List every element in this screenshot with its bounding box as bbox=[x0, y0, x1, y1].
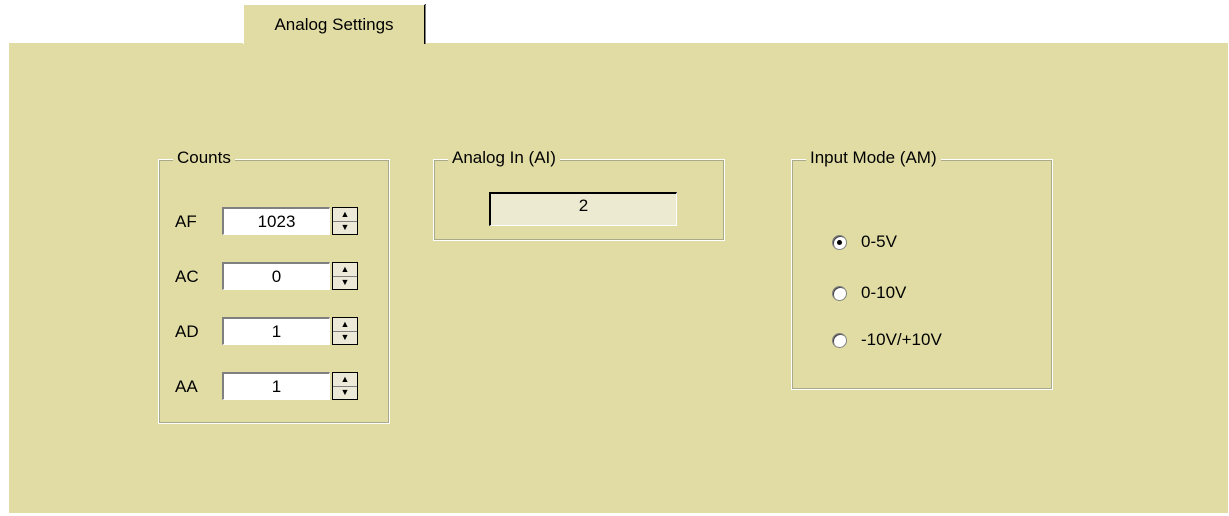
ad-spinner: 1 ▲ ▼ bbox=[222, 317, 358, 345]
aa-label: AA bbox=[175, 377, 198, 396]
radio-neg10-pos10v-label[interactable]: -10V/+10V bbox=[861, 330, 942, 350]
analog-in-readout: 2 bbox=[489, 192, 677, 226]
aa-spin-up-icon[interactable]: ▲ bbox=[333, 373, 357, 387]
aa-spin-down-icon[interactable]: ▼ bbox=[333, 386, 357, 399]
radio-neg10-pos10v-icon[interactable] bbox=[832, 332, 847, 348]
aa-input[interactable]: 1 bbox=[222, 372, 330, 400]
analog-in-group-title: Analog In (AI) bbox=[448, 148, 560, 168]
input-mode-group: Input Mode (AM) 0-5V 0-10V -10V/+10V bbox=[791, 148, 1053, 390]
counts-group: Counts AF 1023 ▲ ▼ AC 0 ▲ ▼ AD 1 ▲ ▼ AA bbox=[158, 148, 390, 424]
radio-0-10v[interactable]: 0-10V bbox=[832, 283, 906, 303]
tab-analog-settings[interactable]: Analog Settings bbox=[243, 4, 426, 44]
radio-0-5v-label[interactable]: 0-5V bbox=[861, 232, 897, 252]
ac-input[interactable]: 0 bbox=[222, 262, 330, 290]
af-spin-down-icon[interactable]: ▼ bbox=[333, 221, 357, 234]
aa-spinner: 1 ▲ ▼ bbox=[222, 372, 358, 400]
radio-0-5v[interactable]: 0-5V bbox=[832, 232, 897, 252]
ac-spinner: 0 ▲ ▼ bbox=[222, 262, 358, 290]
af-spinner: 1023 ▲ ▼ bbox=[222, 207, 358, 235]
radio-0-10v-label[interactable]: 0-10V bbox=[861, 283, 906, 303]
radio-0-10v-icon[interactable] bbox=[832, 285, 847, 301]
ad-label: AD bbox=[175, 322, 199, 341]
af-input[interactable]: 1023 bbox=[222, 207, 330, 235]
af-spin-up-icon[interactable]: ▲ bbox=[333, 208, 357, 222]
tab-label: Analog Settings bbox=[274, 14, 394, 34]
input-mode-group-title: Input Mode (AM) bbox=[806, 148, 941, 168]
ac-spin-buttons: ▲ ▼ bbox=[332, 262, 358, 290]
ad-spin-down-icon[interactable]: ▼ bbox=[333, 331, 357, 344]
radio-0-5v-icon[interactable] bbox=[832, 234, 847, 250]
analog-settings-panel: Counts AF 1023 ▲ ▼ AC 0 ▲ ▼ AD 1 ▲ ▼ AA bbox=[8, 42, 1228, 513]
ad-input[interactable]: 1 bbox=[222, 317, 330, 345]
analog-in-group: Analog In (AI) 2 bbox=[433, 148, 725, 241]
ac-spin-up-icon[interactable]: ▲ bbox=[333, 263, 357, 277]
radio-neg10-pos10v[interactable]: -10V/+10V bbox=[832, 330, 942, 350]
af-spin-buttons: ▲ ▼ bbox=[332, 207, 358, 235]
ac-spin-down-icon[interactable]: ▼ bbox=[333, 276, 357, 289]
aa-spin-buttons: ▲ ▼ bbox=[332, 372, 358, 400]
ad-spin-up-icon[interactable]: ▲ bbox=[333, 318, 357, 332]
ad-spin-buttons: ▲ ▼ bbox=[332, 317, 358, 345]
af-label: AF bbox=[175, 212, 197, 231]
ac-label: AC bbox=[175, 267, 199, 286]
counts-group-title: Counts bbox=[173, 148, 235, 168]
